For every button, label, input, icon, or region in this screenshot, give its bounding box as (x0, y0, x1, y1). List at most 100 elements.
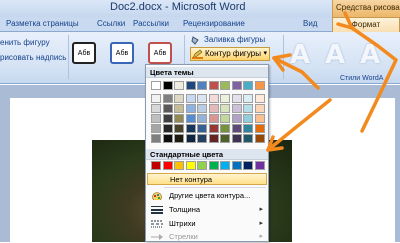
theme-color-shade-swatch[interactable] (208, 114, 219, 123)
pencil-icon (192, 49, 203, 59)
theme-color-swatch[interactable] (208, 81, 219, 90)
theme-color-swatch[interactable] (197, 81, 207, 90)
theme-color-shade-swatch[interactable] (220, 94, 230, 103)
shape-style-blue[interactable]: Абв (110, 42, 134, 64)
theme-color-shade-swatch[interactable] (174, 94, 184, 103)
theme-color-shade-swatch[interactable] (162, 114, 173, 123)
change-shape-button[interactable]: енить фигуру (0, 38, 50, 47)
theme-color-shade-swatch[interactable] (197, 94, 207, 103)
theme-color-shade-swatch[interactable] (208, 134, 219, 143)
theme-color-shade-swatch[interactable] (174, 134, 184, 143)
theme-color-swatch[interactable] (162, 81, 173, 90)
theme-color-shade-swatch[interactable] (185, 124, 196, 133)
theme-color-shade-swatch[interactable] (162, 94, 173, 103)
theme-color-shade-swatch[interactable] (220, 104, 230, 113)
shape-fill-button[interactable]: Заливка фигуры (190, 34, 270, 46)
theme-color-shade-swatch[interactable] (243, 134, 253, 143)
theme-color-shade-swatch[interactable] (243, 124, 253, 133)
theme-color-shade-swatch[interactable] (174, 114, 184, 123)
theme-color-shade-swatch[interactable] (231, 134, 242, 143)
paint-bucket-icon (191, 36, 199, 45)
theme-color-shade-swatch[interactable] (243, 104, 253, 113)
weight-item[interactable]: Толщина ▸ (147, 204, 267, 216)
dashes-item[interactable]: Штрихи ▸ (147, 218, 267, 230)
arrows-item[interactable]: Стрелки ▸ (147, 231, 267, 243)
wordart-style-a[interactable]: A (290, 40, 310, 70)
theme-color-shade-swatch[interactable] (254, 94, 265, 103)
theme-color-shade-swatch[interactable] (162, 134, 173, 143)
wordart-style-a[interactable]: A (325, 40, 345, 70)
standard-color-swatch[interactable] (151, 161, 161, 170)
standard-color-swatch[interactable] (185, 161, 196, 170)
standard-color-swatch[interactable] (197, 161, 207, 170)
theme-color-shade-swatch[interactable] (185, 94, 196, 103)
theme-color-swatch[interactable] (185, 81, 196, 90)
theme-color-shade-swatch[interactable] (208, 94, 219, 103)
theme-color-shade-swatch[interactable] (254, 114, 265, 123)
theme-color-shade-swatch[interactable] (254, 134, 265, 143)
theme-color-shade-swatch[interactable] (231, 94, 242, 103)
standard-colors-header: Стандартные цвета (146, 149, 268, 160)
theme-color-shade-swatch[interactable] (151, 94, 161, 103)
theme-color-shade-swatch[interactable] (151, 134, 161, 143)
theme-color-shade-swatch[interactable] (197, 104, 207, 113)
standard-color-swatch[interactable] (174, 161, 184, 170)
tab-mailings[interactable]: Рассылки (133, 17, 169, 32)
theme-color-shade-swatch[interactable] (174, 104, 184, 113)
tab-page-layout[interactable]: Разметка страницы (6, 17, 79, 32)
context-group-drawing-tools: Средства рисования (332, 0, 400, 17)
standard-color-swatch[interactable] (231, 161, 242, 170)
theme-color-shade-swatch[interactable] (185, 104, 196, 113)
theme-color-shade-swatch[interactable] (162, 124, 173, 133)
theme-color-swatch[interactable] (220, 81, 230, 90)
no-outline-item[interactable]: Нет контура (147, 173, 267, 185)
theme-color-shade-swatch[interactable] (185, 134, 196, 143)
theme-color-shade-swatch[interactable] (151, 124, 161, 133)
standard-color-swatch[interactable] (254, 161, 265, 170)
standard-color-swatch[interactable] (162, 161, 173, 170)
theme-color-shade-swatch[interactable] (208, 104, 219, 113)
theme-color-shade-swatch[interactable] (151, 104, 161, 113)
weight-label: Толщина (169, 205, 201, 214)
wordart-style-a[interactable]: A (360, 40, 380, 70)
standard-color-swatch[interactable] (243, 161, 253, 170)
standard-color-swatch[interactable] (220, 161, 230, 170)
draw-text-box-button[interactable]: рисовать надпись (0, 53, 66, 62)
theme-color-shade-swatch[interactable] (254, 104, 265, 113)
theme-color-shade-swatch[interactable] (185, 114, 196, 123)
theme-color-shade-swatch[interactable] (162, 104, 173, 113)
theme-color-shade-swatch[interactable] (197, 134, 207, 143)
theme-color-shade-swatch[interactable] (243, 114, 253, 123)
shape-outline-button[interactable]: Контур фигуры ▾ (190, 47, 270, 61)
theme-color-swatch[interactable] (151, 81, 161, 90)
standard-color-swatch[interactable] (208, 161, 219, 170)
theme-color-shade-swatch[interactable] (220, 134, 230, 143)
theme-color-shade-swatch[interactable] (208, 124, 219, 133)
theme-color-swatch[interactable] (254, 81, 265, 90)
theme-color-shade-swatch[interactable] (197, 124, 207, 133)
more-outline-colors-item[interactable]: Другие цвета контура... (147, 190, 267, 202)
shape-style-red[interactable]: Абв (148, 42, 172, 64)
theme-color-shade-swatch[interactable] (197, 114, 207, 123)
theme-color-shade-swatch[interactable] (151, 114, 161, 123)
theme-color-shade-swatch[interactable] (231, 114, 242, 123)
theme-color-shade-swatch[interactable] (220, 114, 230, 123)
line-weight-icon (151, 206, 163, 214)
theme-color-shade-swatch[interactable] (231, 124, 242, 133)
shape-outline-label: Контур фигуры (205, 49, 261, 58)
theme-color-shade-swatch[interactable] (254, 124, 265, 133)
theme-color-shade-swatch[interactable] (231, 104, 242, 113)
theme-color-shade-swatch[interactable] (243, 94, 253, 103)
shape-style-black[interactable]: Абв (72, 42, 96, 64)
theme-color-swatch[interactable] (174, 81, 184, 90)
tab-view[interactable]: Вид (303, 17, 317, 32)
theme-color-shade-swatch[interactable] (220, 124, 230, 133)
theme-color-swatch[interactable] (243, 81, 253, 90)
tab-format[interactable]: Формат (332, 17, 400, 33)
theme-color-swatch[interactable] (231, 81, 242, 90)
ribbon-separator (68, 35, 69, 79)
theme-color-shade-swatch[interactable] (174, 124, 184, 133)
tab-review[interactable]: Рецензирование (183, 17, 245, 32)
tab-references[interactable]: Ссылки (97, 17, 125, 32)
arrows-label: Стрелки (169, 232, 198, 241)
